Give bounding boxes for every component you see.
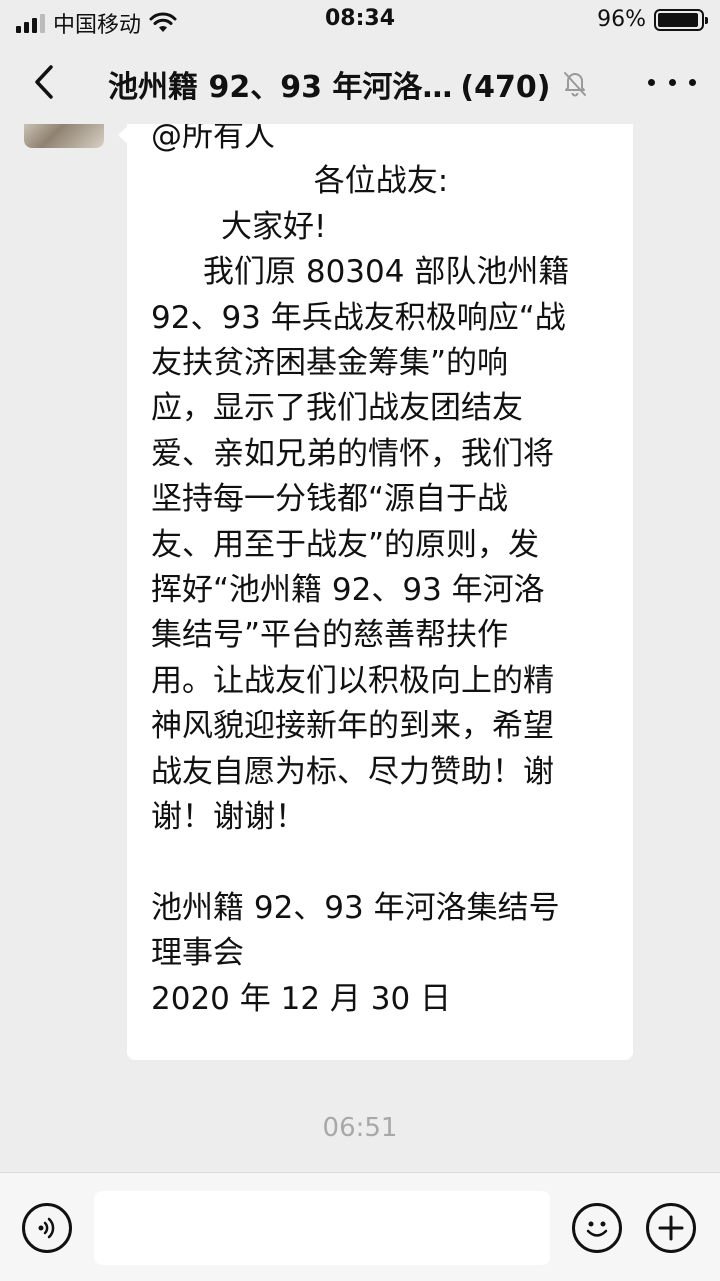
- avatar[interactable]: [24, 124, 104, 148]
- message-line: 集结号”平台的慈善帮扶作: [151, 617, 509, 654]
- message-line: 应，显示了我们战友团结友: [151, 390, 523, 427]
- message-signature: 池州籍 92、93 年河洛集结号: [151, 889, 560, 926]
- more-button[interactable]: [648, 64, 696, 100]
- mute-bell-icon: [564, 72, 586, 97]
- message-line-salutation: 各位战友:: [313, 163, 449, 200]
- message-line: 用。让战友们以积极向上的精: [151, 662, 554, 699]
- member-count: (470): [460, 70, 551, 105]
- chat-title-text: 池州籍 92、93 年河洛…: [108, 70, 453, 105]
- message-bubble[interactable]: @所有人 各位战友: 大家好! 我们原 80304 部队池州籍 92、93 年兵…: [127, 124, 633, 1060]
- battery-cap: [705, 16, 708, 24]
- voice-button[interactable]: [22, 1203, 72, 1253]
- message-date: 2020 年 12 月 30 日: [151, 980, 452, 1017]
- battery-fill: [658, 12, 699, 27]
- message-line: 神风貌迎接新年的到来，希望: [151, 708, 554, 745]
- message-line: 友扶贫济困基金筹集”的响: [151, 345, 509, 382]
- message-line: 爱、亲如兄弟的情怀，我们将: [151, 435, 554, 472]
- chat-header: 池州籍 92、93 年河洛… (470): [0, 40, 720, 124]
- voice-icon: [38, 1217, 55, 1239]
- back-icon: [35, 65, 53, 99]
- message-line: 挥好“池州籍 92、93 年河洛: [151, 572, 545, 609]
- emoji-icon: [586, 1221, 608, 1237]
- message-line: 友、用至于战友”的原则，发: [151, 526, 540, 563]
- message-line: 谢！谢谢！: [151, 799, 306, 836]
- input-bar: [0, 1172, 720, 1281]
- more-dot: [648, 78, 655, 86]
- message-text: @所有人 各位战友: 大家好! 我们原 80304 部队池州籍 92、93 年兵…: [151, 124, 611, 1022]
- back-button[interactable]: [22, 60, 66, 104]
- message-timestamp: 06:51: [322, 1113, 398, 1143]
- battery-percent: 96%: [597, 7, 646, 32]
- chat-area[interactable]: @所有人 各位战友: 大家好! 我们原 80304 部队池州籍 92、93 年兵…: [0, 124, 720, 1172]
- status-right: 96%: [597, 7, 708, 32]
- message-line-greeting: 大家好!: [221, 208, 327, 245]
- plus-icon: [658, 1215, 684, 1241]
- more-dot: [668, 78, 676, 86]
- plus-button[interactable]: [646, 1203, 696, 1253]
- message-signature: 理事会: [151, 935, 244, 972]
- battery-icon: [654, 8, 708, 31]
- status-bar: 中国移动 08:34 96%: [0, 0, 720, 40]
- chat-title: 池州籍 92、93 年河洛… (470): [108, 62, 568, 106]
- message-line: 我们原 80304 部队池州籍: [203, 254, 570, 291]
- emoji-button[interactable]: [572, 1203, 622, 1253]
- message-line: 战友自愿为标、尽力赞助！谢: [151, 753, 554, 790]
- more-dot: [689, 78, 696, 86]
- message-line-mention: @所有人: [151, 124, 275, 154]
- message-input[interactable]: [94, 1191, 550, 1265]
- message-line: 92、93 年兵战友积极响应“战: [151, 299, 566, 336]
- message-line: 坚持每一分钱都“源自于战: [151, 481, 509, 518]
